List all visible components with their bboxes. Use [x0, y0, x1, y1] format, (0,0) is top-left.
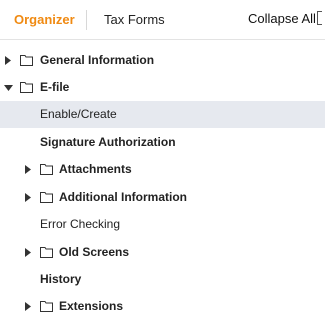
folder-icon: [40, 300, 53, 312]
tree-item-signature-authorization[interactable]: Signature Authorization: [0, 129, 325, 156]
folder-icon: [40, 191, 53, 203]
tab-bar: Organizer Tax Forms Collapse All: [0, 0, 325, 40]
tree-item-extensions[interactable]: Extensions: [0, 293, 325, 320]
tree-item-label: E-file: [40, 80, 70, 94]
tab-divider: [86, 10, 87, 30]
tree-item-label: Old Screens: [59, 245, 130, 259]
tree-item-enable-create[interactable]: Enable/Create: [0, 101, 325, 128]
tree-item-label: History: [40, 272, 82, 286]
tree-item-error-checking[interactable]: Error Checking: [0, 211, 325, 238]
folder-icon: [40, 163, 53, 175]
collapse-all-button[interactable]: Collapse All: [248, 11, 322, 27]
tree-item-e-file[interactable]: E-file: [0, 74, 325, 101]
tab-organizer[interactable]: Organizer: [14, 12, 75, 28]
tree-item-old-screens[interactable]: Old Screens: [0, 239, 325, 266]
tree-item-history[interactable]: History: [0, 266, 325, 293]
tree-item-label: Enable/Create: [40, 107, 117, 121]
tree-item-general-information[interactable]: General Information: [0, 47, 325, 74]
chevron-right-icon[interactable]: [24, 156, 34, 183]
folder-icon: [20, 81, 33, 93]
tree-item-label: Additional Information: [59, 190, 187, 204]
folder-icon: [40, 246, 53, 258]
collapse-all-icon: [316, 11, 322, 25]
folder-icon: [20, 54, 33, 66]
chevron-down-icon[interactable]: [3, 74, 13, 101]
tree-item-attachments[interactable]: Attachments: [0, 156, 325, 183]
collapse-all-label: Collapse All: [248, 11, 316, 26]
tree-item-label: Extensions: [59, 299, 124, 313]
chevron-right-icon[interactable]: [4, 47, 14, 74]
tree-item-additional-information[interactable]: Additional Information: [0, 184, 325, 211]
tree-item-label: Error Checking: [40, 217, 121, 231]
tree-item-label: Attachments: [59, 162, 132, 176]
tab-tax-forms[interactable]: Tax Forms: [104, 12, 165, 28]
chevron-right-icon[interactable]: [24, 293, 34, 320]
chevron-right-icon[interactable]: [24, 184, 34, 211]
tree-item-label: Signature Authorization: [40, 135, 176, 149]
chevron-right-icon[interactable]: [24, 239, 34, 266]
tree-item-label: General Information: [40, 53, 155, 67]
